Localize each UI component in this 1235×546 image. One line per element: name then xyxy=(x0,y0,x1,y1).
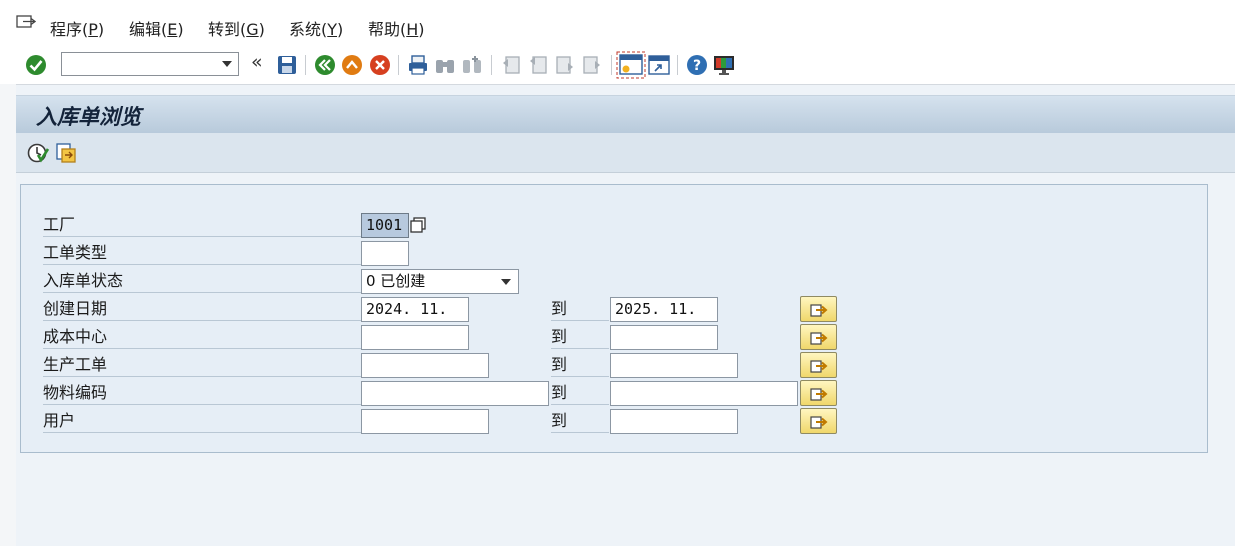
menu-program[interactable]: 程序(P) xyxy=(50,16,104,40)
material-label: 物料编码 xyxy=(43,382,363,405)
menu-system-key: Y xyxy=(327,20,338,39)
svg-text:?: ? xyxy=(693,58,701,74)
collapse-command-field[interactable]: « xyxy=(251,51,263,73)
selection-criteria-box: 工厂 1001 工单类型 入库单状态 0 已创建 创建日期 2024. 11. … xyxy=(20,184,1208,453)
menu-goto[interactable]: 转到(G) xyxy=(208,16,265,40)
receipt-status-label: 入库单状态 xyxy=(43,270,363,293)
cost-center-label: 成本中心 xyxy=(43,326,363,349)
menu-goto-key: G xyxy=(246,20,259,39)
menu-help-label: 帮助( xyxy=(368,20,407,39)
left-frame-edge xyxy=(0,84,16,546)
menu-program-label: 程序( xyxy=(50,20,89,39)
production-order-label: 生产工单 xyxy=(43,354,363,377)
application-toolbar xyxy=(16,133,1235,173)
receipt-status-dropdown[interactable]: 0 已创建 xyxy=(361,269,519,294)
multiple-selection-arrow-icon xyxy=(810,416,828,429)
cost-center-to-label: 到 xyxy=(551,326,609,349)
create-session-icon[interactable] xyxy=(616,51,646,79)
cost-center-multiple-selection-button[interactable] xyxy=(800,324,837,350)
find-icon[interactable] xyxy=(433,53,457,77)
menu-program-suffix: ) xyxy=(97,20,105,39)
user-label: 用户 xyxy=(43,410,363,433)
toolbar-separator xyxy=(398,55,399,75)
order-type-field[interactable] xyxy=(361,241,409,266)
menu-goto-label: 转到( xyxy=(208,20,247,39)
menu-help-key: H xyxy=(406,20,419,39)
multiple-selection-arrow-icon xyxy=(810,388,828,401)
customize-layout-icon[interactable] xyxy=(712,53,736,77)
user-to-label: 到 xyxy=(551,410,609,433)
menu-edit-label: 编辑( xyxy=(129,20,168,39)
creation-date-label: 创建日期 xyxy=(43,298,363,321)
menu-goto-suffix: ) xyxy=(258,20,265,39)
multiple-selection-arrow-icon xyxy=(810,360,828,373)
chevron-down-icon[interactable] xyxy=(222,61,232,67)
material-to-field[interactable] xyxy=(610,381,798,406)
generate-shortcut-icon[interactable] xyxy=(647,53,671,77)
copy-icon[interactable] xyxy=(409,216,427,234)
menu-edit-suffix: ) xyxy=(177,20,184,39)
page-title: 入库单浏览 xyxy=(36,104,141,129)
menu-edit[interactable]: 编辑(E) xyxy=(129,16,184,40)
enter-check-icon[interactable] xyxy=(24,53,48,77)
menu-program-key: P xyxy=(88,20,98,39)
user-multiple-selection-button[interactable] xyxy=(800,408,837,434)
production-order-from-field[interactable] xyxy=(361,353,489,378)
standard-toolbar: « ? xyxy=(0,46,1235,85)
material-to-label: 到 xyxy=(551,382,609,405)
creation-date-multiple-selection-button[interactable] xyxy=(800,296,837,322)
user-to-field[interactable] xyxy=(610,409,738,434)
menu-edit-key: E xyxy=(167,20,178,39)
production-order-to-field[interactable] xyxy=(610,353,738,378)
back-icon[interactable] xyxy=(313,53,337,77)
command-field[interactable] xyxy=(61,52,239,76)
cancel-icon[interactable] xyxy=(368,53,392,77)
cost-center-from-field[interactable] xyxy=(361,325,469,350)
production-order-multiple-selection-button[interactable] xyxy=(800,352,837,378)
material-multiple-selection-button[interactable] xyxy=(800,380,837,406)
help-icon[interactable]: ? xyxy=(685,53,709,77)
last-page-icon[interactable] xyxy=(580,53,604,77)
creation-date-from-field[interactable]: 2024. 11. 07 xyxy=(361,297,469,341)
toolbar-separator xyxy=(305,55,306,75)
order-type-label: 工单类型 xyxy=(43,242,363,265)
menu-exit-icon[interactable] xyxy=(16,14,36,30)
save-icon[interactable] xyxy=(275,53,299,77)
plant-label: 工厂 xyxy=(43,214,363,237)
user-from-field[interactable] xyxy=(361,409,489,434)
menu-system[interactable]: 系统(Y) xyxy=(289,16,343,40)
toolbar-separator xyxy=(677,55,678,75)
command-input[interactable] xyxy=(66,54,220,76)
toolbar-separator xyxy=(491,55,492,75)
receipt-status-value: 0 已创建 xyxy=(366,272,426,290)
cost-center-to-field[interactable] xyxy=(610,325,718,350)
execute-icon[interactable] xyxy=(26,141,50,165)
menu-system-label: 系统( xyxy=(289,20,328,39)
find-next-icon[interactable] xyxy=(460,53,484,77)
menu-system-suffix: ) xyxy=(337,20,344,39)
print-icon[interactable] xyxy=(406,53,430,77)
first-page-icon[interactable] xyxy=(499,53,523,77)
get-variant-icon[interactable] xyxy=(54,141,78,165)
menu-help-suffix: ) xyxy=(418,20,425,39)
chevron-down-icon[interactable] xyxy=(501,279,511,285)
multiple-selection-arrow-icon xyxy=(810,332,828,345)
multiple-selection-arrow-icon xyxy=(810,304,828,317)
production-order-to-label: 到 xyxy=(551,354,609,377)
exit-icon[interactable] xyxy=(340,53,364,77)
next-page-icon[interactable] xyxy=(553,53,577,77)
title-bar: 入库单浏览 xyxy=(16,95,1235,133)
creation-date-to-field[interactable]: 2025. 11. 07 xyxy=(610,297,718,341)
plant-field[interactable]: 1001 xyxy=(361,213,409,238)
material-from-field[interactable] xyxy=(361,381,549,406)
toolbar-separator xyxy=(611,55,612,75)
previous-page-icon[interactable] xyxy=(526,53,550,77)
menu-help[interactable]: 帮助(H) xyxy=(368,16,425,40)
creation-date-to-label: 到 xyxy=(551,298,609,321)
menu-bar: 程序(P) 编辑(E) 转到(G) 系统(Y) 帮助(H) xyxy=(0,0,1235,47)
